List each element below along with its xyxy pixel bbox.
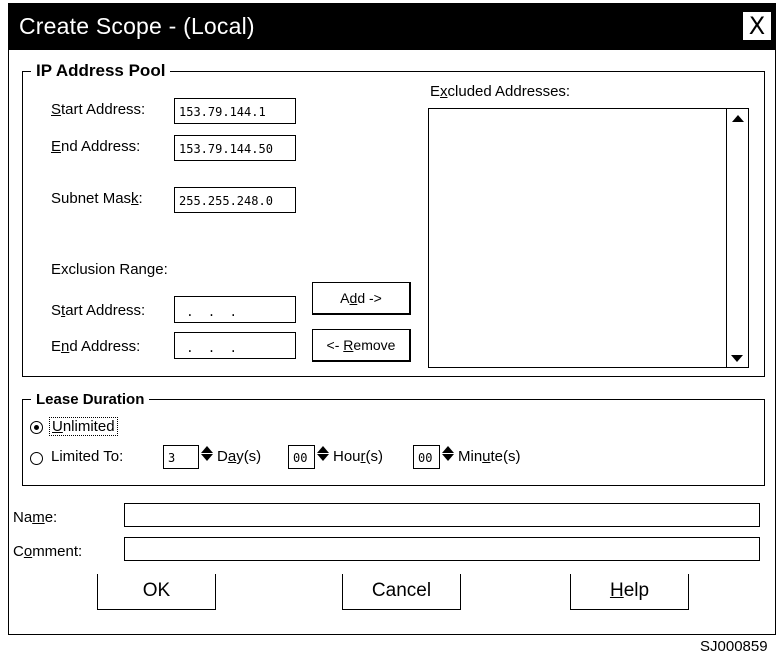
figure-code: SJ000859 <box>700 638 768 655</box>
radio-selected-dot-icon <box>34 425 39 430</box>
start-address-label: Start Address: <box>51 101 146 118</box>
spin-down-icon[interactable] <box>317 454 329 461</box>
name-field[interactable] <box>124 503 760 527</box>
limited-to-radio[interactable] <box>30 452 43 465</box>
excluded-addresses-label: Excluded Addresses: <box>430 83 571 100</box>
end-address-field[interactable]: 153.79.144.50 <box>174 135 296 161</box>
minutes-field[interactable]: 00 <box>413 445 440 469</box>
minutes-label: Minute(s) <box>458 448 521 465</box>
add-button[interactable]: Add -> <box>312 282 411 315</box>
hours-field[interactable]: 00 <box>288 445 315 469</box>
close-button[interactable]: X <box>743 12 771 40</box>
cancel-button[interactable]: Cancel <box>342 574 461 610</box>
exclusion-start-address-label: Start Address: <box>51 302 146 319</box>
days-label: Day(s) <box>217 448 262 465</box>
limited-to-label: Limited To: <box>51 448 124 465</box>
start-address-field[interactable]: 153.79.144.1 <box>174 98 296 124</box>
spin-up-icon[interactable] <box>442 446 454 453</box>
ok-button[interactable]: OK <box>97 574 216 610</box>
dialog-title: Create Scope - (Local) <box>19 13 255 39</box>
exclusion-end-address-field[interactable]: . . . <box>174 332 296 359</box>
title-bar: Create Scope - (Local) X <box>9 4 775 50</box>
comment-field[interactable] <box>124 537 760 561</box>
remove-button[interactable]: <- Remove <box>312 329 411 362</box>
scroll-up-arrow-icon[interactable] <box>731 115 744 122</box>
comment-label: Comment: <box>13 543 83 560</box>
days-spinner[interactable] <box>199 445 215 469</box>
name-label: Name: <box>13 509 58 526</box>
lease-duration-group: Lease Duration <box>22 391 765 486</box>
excluded-list-scrollbar[interactable] <box>726 109 748 367</box>
exclusion-range-label: Exclusion Range: <box>51 261 168 278</box>
create-scope-dialog: Create Scope - (Local) X IP Address Pool… <box>8 3 776 635</box>
scroll-down-arrow-icon[interactable] <box>731 355 743 362</box>
minutes-spinner[interactable] <box>440 445 456 469</box>
exclusion-end-address-label: End Address: <box>51 338 141 355</box>
spin-up-icon[interactable] <box>201 446 213 453</box>
hours-spinner[interactable] <box>315 445 331 469</box>
spin-down-icon[interactable] <box>442 454 454 461</box>
excluded-addresses-list[interactable] <box>428 108 749 368</box>
exclusion-start-address-field[interactable]: . . . <box>174 296 296 323</box>
ip-address-pool-legend: IP Address Pool <box>31 61 171 81</box>
days-field[interactable]: 3 <box>163 445 199 469</box>
subnet-mask-label: Subnet Mask: <box>51 190 143 207</box>
spin-down-icon[interactable] <box>201 454 213 461</box>
end-address-label: End Address: <box>51 138 141 155</box>
subnet-mask-field[interactable]: 255.255.248.0 <box>174 187 296 213</box>
unlimited-radio[interactable] <box>30 421 43 434</box>
lease-duration-legend: Lease Duration <box>31 391 150 408</box>
unlimited-label[interactable]: Unlimited <box>49 417 118 436</box>
spin-up-icon[interactable] <box>317 446 329 453</box>
hours-label: Hour(s) <box>333 448 384 465</box>
help-button[interactable]: Help <box>570 574 689 610</box>
